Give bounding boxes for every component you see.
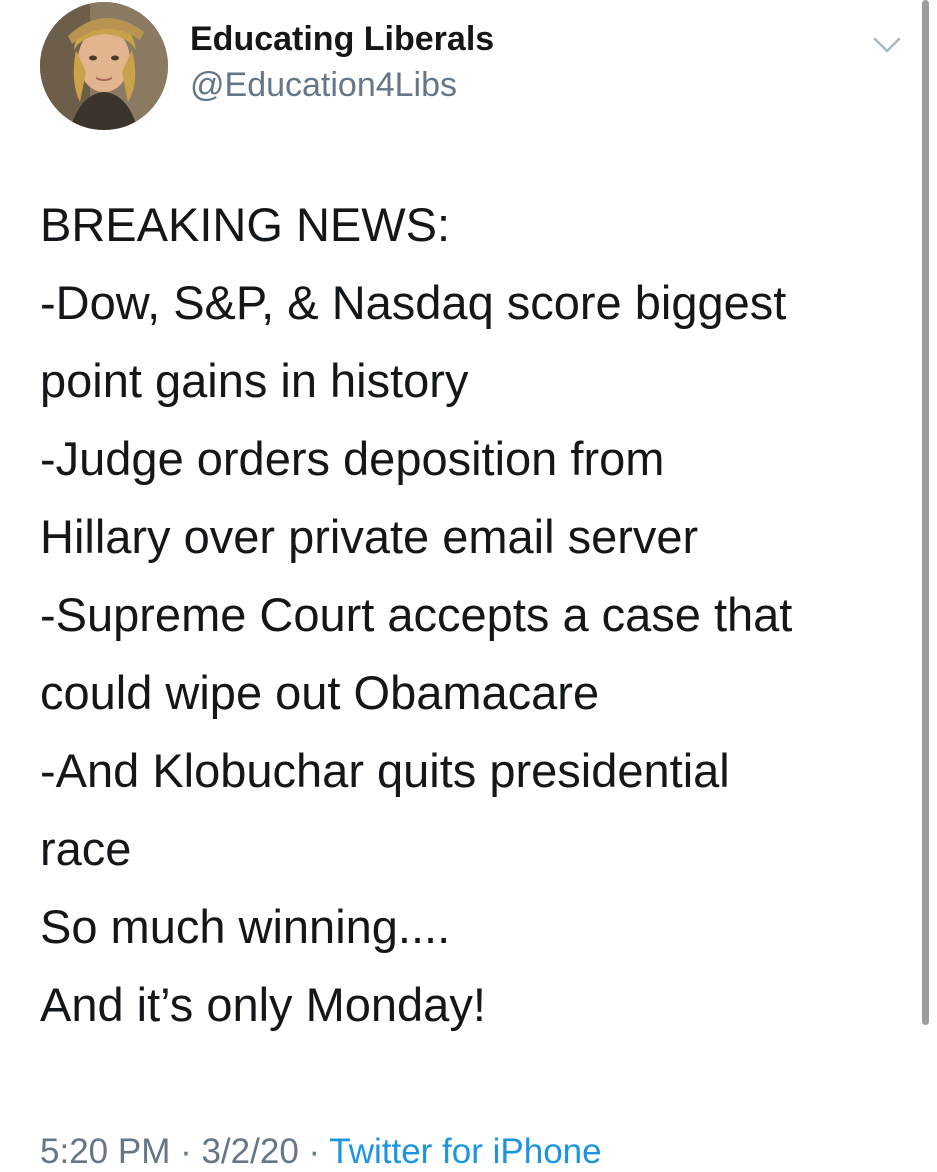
tweet-line: -And Klobuchar quits presidential	[40, 744, 730, 797]
tweet-line: -Judge orders deposition from	[40, 432, 665, 485]
tweet-line: point gains in history	[40, 354, 469, 407]
tweet-line: could wipe out Obamacare	[40, 666, 600, 719]
avatar[interactable]	[40, 2, 168, 130]
meta-separator: ·	[170, 1132, 202, 1171]
tweet-text: BREAKING NEWS: -Dow, S&P, & Nasdaq score…	[40, 186, 900, 1044]
tweet-line: -Dow, S&P, & Nasdaq score biggest	[40, 276, 787, 329]
chevron-down-icon[interactable]	[870, 30, 904, 60]
tweet-line: And it’s only Monday!	[40, 978, 486, 1031]
tweet-line: -Supreme Court accepts a case that	[40, 588, 793, 641]
author-handle[interactable]: @Education4Libs	[190, 66, 457, 105]
tweet-date[interactable]: 3/2/20	[201, 1132, 298, 1171]
tweet-line: BREAKING NEWS:	[40, 198, 451, 251]
tweet-line: So much winning....	[40, 900, 451, 953]
author-display-name[interactable]: Educating Liberals	[190, 20, 494, 59]
tweet-time[interactable]: 5:20 PM	[40, 1132, 170, 1171]
tweet-line: Hillary over private email server	[40, 510, 699, 563]
tweet-meta: 5:20 PM · 3/2/20 · Twitter for iPhone	[40, 1132, 602, 1172]
meta-separator: ·	[298, 1132, 330, 1171]
tweet: Educating Liberals @Education4Libs BREAK…	[0, 0, 920, 1171]
scrollbar[interactable]	[922, 0, 929, 1025]
tweet-source-link[interactable]: Twitter for iPhone	[329, 1132, 601, 1171]
tweet-line: race	[40, 822, 132, 875]
